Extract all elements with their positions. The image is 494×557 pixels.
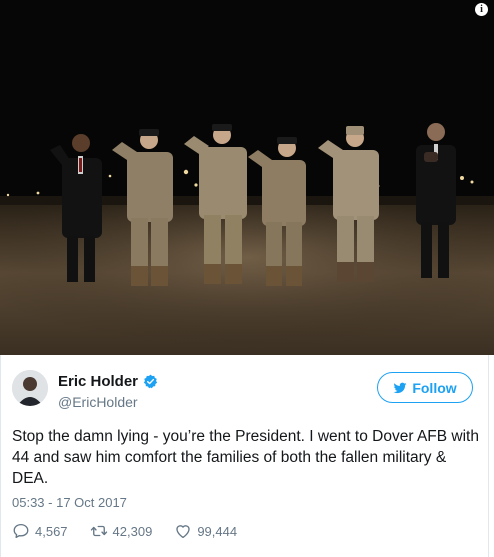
retweet-icon: [90, 525, 107, 537]
info-icon[interactable]: i: [475, 3, 488, 16]
verified-badge-icon: [143, 374, 158, 389]
retweet-count: 42,309: [112, 523, 153, 539]
follow-button[interactable]: Follow: [377, 372, 473, 403]
twitter-bird-icon: [393, 382, 407, 393]
like-count: 99,444: [197, 523, 238, 539]
tweet-text: Stop the damn lying - you’re the Preside…: [12, 428, 479, 487]
tweet-actions: 4,567 42,309 99,444: [12, 522, 259, 540]
reply-count: 4,567: [35, 523, 68, 539]
avatar[interactable]: [12, 370, 48, 406]
retweet-button[interactable]: 42,309: [90, 522, 153, 540]
author-handle[interactable]: @EricHolder: [58, 394, 138, 410]
salute-scene-image: [0, 0, 494, 355]
like-button[interactable]: 99,444: [174, 522, 237, 540]
author-name[interactable]: Eric Holder: [58, 373, 138, 390]
tweet-card: Eric Holder @EricHolder Follow Stop the …: [0, 355, 489, 557]
reply-icon: [13, 523, 29, 539]
avatar-image: [12, 370, 48, 406]
tweet-photo[interactable]: i: [0, 0, 494, 355]
tweet-timestamp[interactable]: 05:33 - 17 Oct 2017: [12, 495, 127, 510]
author-name-row: Eric Holder: [58, 373, 158, 390]
follow-label: Follow: [412, 379, 457, 396]
heart-icon: [176, 525, 190, 539]
reply-button[interactable]: 4,567: [12, 522, 68, 540]
